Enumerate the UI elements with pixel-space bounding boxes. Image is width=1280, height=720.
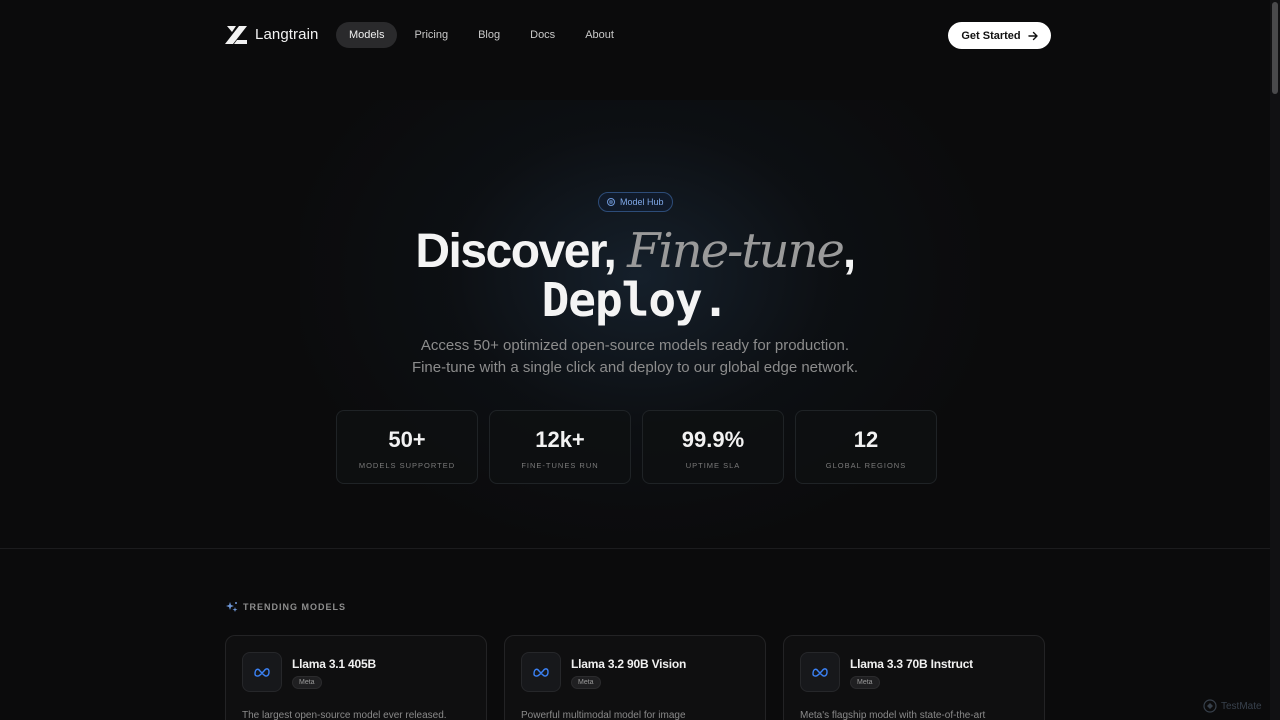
nav-link-pricing[interactable]: Pricing: [401, 22, 461, 48]
brand-name: Langtrain: [255, 25, 319, 43]
stat-value: 12: [853, 427, 879, 452]
stat-value: 12k+: [535, 427, 585, 452]
model-name: Llama 3.1 405B: [292, 657, 376, 671]
hero-title-comma: ,: [842, 225, 856, 278]
nav-links: Models Pricing Blog Docs About: [336, 22, 631, 48]
stat-label: GLOBAL REGIONS: [825, 461, 907, 470]
stat-label: UPTIME SLA: [685, 461, 741, 470]
nav-link-about[interactable]: About: [572, 22, 627, 48]
model-provider-tag: Meta: [292, 676, 322, 689]
hero-subtitle: Access 50+ optimized open-source models …: [0, 335, 1270, 379]
stat-card: 50+ MODELS SUPPORTED: [336, 410, 478, 484]
get-started-button[interactable]: Get Started: [948, 22, 1051, 49]
model-hub-badge: Model Hub: [598, 192, 673, 212]
page-scrollbar[interactable]: [1270, 0, 1280, 720]
model-card[interactable]: Llama 3.2 90B Vision Meta Powerful multi…: [504, 635, 766, 720]
trending-models-heading: TRENDING MODELS: [226, 601, 346, 613]
nav-link-models[interactable]: Models: [336, 22, 398, 48]
trending-model-cards: Llama 3.1 405B Meta The largest open-sou…: [225, 635, 1045, 720]
arrow-right-icon: [1027, 31, 1038, 40]
stat-label: FINE-TUNES RUN: [521, 461, 599, 470]
model-name: Llama 3.2 90B Vision: [571, 657, 687, 671]
model-icon: [800, 652, 840, 692]
model-provider-tag: Meta: [850, 676, 880, 689]
hero-title-finetune: Fine-tune: [627, 223, 845, 279]
nav-link-blog[interactable]: Blog: [465, 22, 513, 48]
trending-models-label: TRENDING MODELS: [243, 602, 347, 612]
sparkle-icon: [226, 602, 238, 612]
stat-value: 99.9%: [681, 427, 745, 452]
stat-label: MODELS SUPPORTED: [358, 461, 456, 470]
hero-subtitle-line2: Fine-tune with a single click and deploy…: [411, 359, 859, 376]
model-icon: [242, 652, 282, 692]
brand-logo[interactable]: Langtrain: [225, 24, 318, 44]
watermark-logo-icon: [1203, 699, 1217, 713]
meta-logo-icon: [254, 668, 270, 677]
hero-title-line1: Discover, Fine-tune,: [0, 224, 1270, 279]
stat-card: 12 GLOBAL REGIONS: [795, 410, 937, 484]
hero-subtitle-line1: Access 50+ optimized open-source models …: [420, 337, 850, 354]
model-description: The largest open-source model ever relea…: [242, 710, 447, 720]
stat-card: 99.9% UPTIME SLA: [642, 410, 784, 484]
model-provider-tag: Meta: [571, 676, 601, 689]
stats-row: 50+ MODELS SUPPORTED 12k+ FINE-TUNES RUN…: [336, 410, 937, 484]
model-card[interactable]: Llama 3.3 70B Instruct Meta Meta's flags…: [783, 635, 1045, 720]
hero-title-deploy: Deploy.: [541, 273, 730, 327]
stat-value: 50+: [388, 427, 426, 452]
meta-logo-icon: [812, 668, 828, 677]
model-description: Meta's flagship model with state-of-the-…: [800, 710, 986, 720]
watermark-text: TestMate: [1221, 700, 1262, 712]
model-description: Powerful multimodal model for image: [521, 710, 686, 720]
get-started-label: Get Started: [961, 29, 1021, 42]
model-name: Llama 3.3 70B Instruct: [850, 657, 973, 671]
model-icon: [521, 652, 561, 692]
stat-card: 12k+ FINE-TUNES RUN: [489, 410, 631, 484]
section-divider: [0, 548, 1270, 549]
watermark: TestMate: [1203, 699, 1262, 713]
top-navigation: Langtrain Models Pricing Blog Docs About…: [0, 0, 1270, 70]
model-card[interactable]: Llama 3.1 405B Meta The largest open-sou…: [225, 635, 487, 720]
meta-logo-icon: [533, 668, 549, 677]
hub-icon: [607, 198, 615, 206]
hero-title: Discover, Fine-tune, Deploy.: [0, 224, 1270, 325]
badge-label: Model Hub: [620, 197, 664, 207]
scrollbar-thumb[interactable]: [1272, 2, 1278, 94]
nav-link-docs[interactable]: Docs: [517, 22, 568, 48]
langtrain-logo-icon: [225, 26, 247, 44]
hero-title-discover: Discover,: [415, 225, 616, 278]
